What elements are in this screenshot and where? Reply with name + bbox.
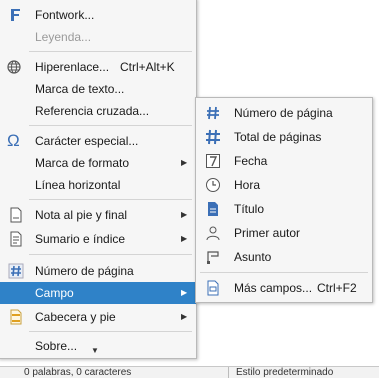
menu-separator [29, 331, 192, 332]
insert-menu: Fontwork... Leyenda... Hiperenlace... Ct… [0, 0, 197, 359]
menu-item-referencia-cruzada[interactable]: Referencia cruzada... [0, 100, 196, 122]
more-fields-icon [205, 280, 221, 296]
menu-item-label: Hora [234, 178, 261, 192]
menu-item-label: Cabecera y pie [35, 310, 116, 324]
menu-item-caracter-especial[interactable]: Ω Carácter especial... [0, 130, 196, 152]
author-icon [205, 225, 221, 241]
submenu-item-titulo[interactable]: Título [196, 198, 372, 220]
menu-item-label: Campo [35, 286, 74, 300]
menu-separator [29, 51, 192, 52]
menu-item-marca-formato[interactable]: Marca de formato ▶ [0, 152, 196, 174]
hyperlink-globe-icon [6, 59, 22, 75]
menu-item-shortcut: Ctrl+F2 [317, 281, 357, 295]
submenu-item-numero-pagina[interactable]: Número de página [196, 102, 372, 124]
index-icon [8, 231, 24, 247]
menu-item-leyenda: Leyenda... [0, 26, 196, 48]
menu-item-label: Sobre... [35, 339, 78, 353]
chevron-right-icon: ▶ [181, 288, 188, 297]
campo-submenu: Número de página Total de páginas Fecha … [195, 97, 373, 303]
menu-item-label: Más campos... [234, 281, 313, 295]
omega-icon: Ω [7, 131, 20, 150]
submenu-item-primer-autor[interactable]: Primer autor [196, 222, 372, 244]
menu-item-label: Título [234, 202, 265, 216]
menu-item-numero-pagina[interactable]: Número de página [0, 260, 196, 282]
submenu-item-hora[interactable]: Hora [196, 174, 372, 196]
menu-item-label: Fontwork... [35, 8, 95, 22]
subject-icon [205, 249, 221, 265]
chevron-right-icon: ▶ [181, 210, 188, 219]
menu-item-nota-pie[interactable]: Nota al pie y final ▶ [0, 204, 196, 226]
menu-item-label: Carácter especial... [35, 134, 139, 148]
menu-item-label: Referencia cruzada... [35, 104, 150, 118]
menu-item-label: Sumario e índice [35, 232, 126, 246]
footnote-icon [8, 207, 24, 223]
page-number-doc-icon [205, 105, 221, 121]
menu-item-fontwork[interactable]: Fontwork... [0, 4, 196, 26]
menu-separator [29, 125, 192, 126]
menu-item-label: Asunto [234, 250, 272, 264]
menu-item-cabecera-pie[interactable]: Cabecera y pie ▶ [0, 306, 196, 328]
page-number-icon [8, 263, 24, 279]
menu-item-linea-horizontal[interactable]: Línea horizontal [0, 174, 196, 196]
date-icon [205, 153, 221, 169]
menu-separator [200, 272, 368, 273]
chevron-right-icon: ▶ [181, 158, 188, 167]
chevron-right-icon: ▶ [181, 234, 188, 243]
more-arrow-icon: ▼ [91, 346, 99, 355]
menu-separator [29, 199, 192, 200]
status-bar: 0 palabras, 0 caracteres Estilo predeter… [0, 366, 379, 378]
header-footer-icon [8, 309, 24, 325]
menu-item-label: Marca de texto... [35, 82, 125, 96]
page-count-icon [205, 129, 221, 145]
menu-item-label: Leyenda... [35, 30, 92, 44]
submenu-item-total-paginas[interactable]: Total de páginas [196, 126, 372, 148]
menu-item-label: Línea horizontal [35, 178, 121, 192]
menu-separator [29, 254, 192, 255]
submenu-item-mas-campos[interactable]: Más campos... Ctrl+F2 [196, 277, 372, 299]
menu-item-label: Número de página [35, 264, 134, 278]
menu-item-campo[interactable]: Campo ▶ [0, 282, 196, 304]
menu-item-hiperenlace[interactable]: Hiperenlace... Ctrl+Alt+K [0, 56, 196, 78]
menu-item-shortcut: Ctrl+Alt+K [120, 60, 175, 74]
menu-item-marca-texto[interactable]: Marca de texto... [0, 78, 196, 100]
menu-item-label: Total de páginas [234, 130, 322, 144]
menu-item-label: Nota al pie y final [35, 208, 128, 222]
menu-item-label: Fecha [234, 154, 268, 168]
submenu-item-fecha[interactable]: Fecha [196, 150, 372, 172]
submenu-item-asunto[interactable]: Asunto [196, 246, 372, 268]
fontwork-icon [8, 7, 24, 23]
clock-icon [205, 177, 221, 193]
menu-item-sumario-indice[interactable]: Sumario e índice ▶ [0, 228, 196, 250]
menu-item-label: Marca de formato [35, 156, 130, 170]
menu-item-label: Primer autor [234, 226, 301, 240]
title-doc-icon [205, 201, 221, 217]
menu-item-label: Hiperenlace... [35, 60, 110, 74]
menu-item-label: Número de página [234, 106, 333, 120]
chevron-right-icon: ▶ [181, 312, 188, 321]
menu-item-sobre[interactable]: Sobre... ▼ [0, 335, 196, 357]
status-separator [228, 367, 229, 378]
